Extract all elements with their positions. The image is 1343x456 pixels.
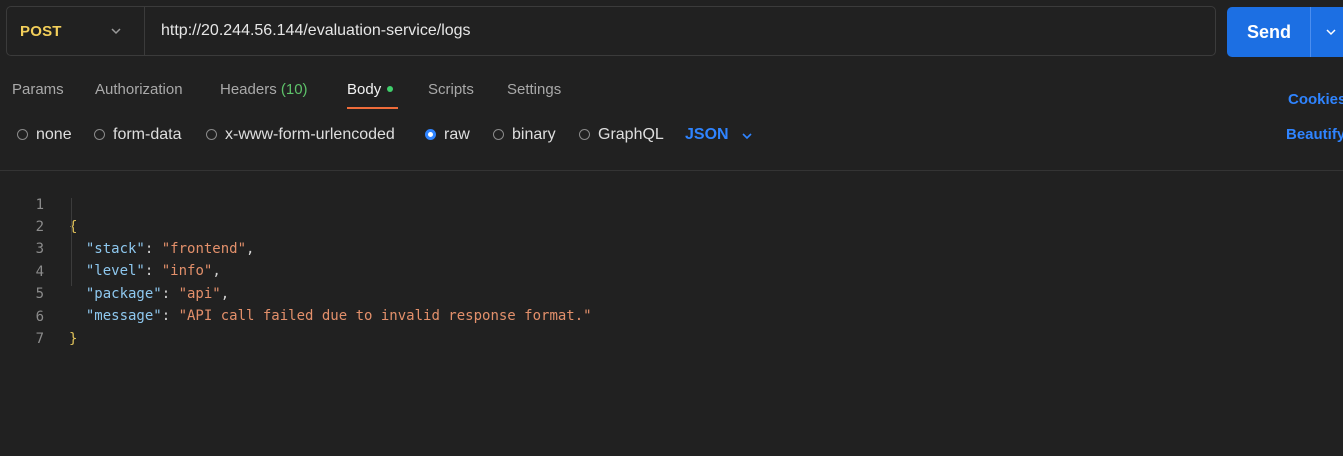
radio-none[interactable]: none [17,126,72,144]
radio-label: none [36,126,72,143]
radio-label: x-www-form-urlencoded [225,126,395,143]
method-label: POST [20,23,62,40]
tab-settings[interactable]: Settings [507,81,561,98]
indent-guide [71,198,72,286]
close-brace: } [69,331,78,347]
radio-label: form-data [113,126,182,143]
editor-line: 7 [0,306,1343,347]
editor-line: 1 { [0,172,1343,235]
editor-line: 6 } [0,284,1343,347]
radio-circle[interactable] [94,128,105,140]
send-label: Send [1247,22,1292,42]
section-divider [0,170,1343,171]
format-selector[interactable]: JSON [685,126,729,144]
tab-body-label: Body [347,81,382,98]
radio-label: GraphQL [598,126,664,143]
active-tab-indicator [347,107,398,109]
tab-headers[interactable]: Headers (10) [220,81,308,98]
headers-count-badge: (10) [280,81,308,98]
editor-line: 4 "package": "api", [0,239,1343,302]
url-input[interactable]: http://20.244.56.144/evaluation-service/… [161,22,471,40]
radio-graphql[interactable]: GraphQL [579,126,664,144]
radio-circle[interactable] [579,128,590,140]
radio-label: binary [512,126,556,143]
radio-binary[interactable]: binary [493,126,556,144]
tab-params[interactable]: Params [12,81,64,98]
editor-line: 2 "stack": "frontend", [0,194,1343,257]
radio-circle[interactable] [493,128,504,140]
tab-body[interactable]: Body [347,81,394,98]
cookies-link[interactable]: Cookies [1288,91,1343,108]
tab-headers-label: Headers [220,81,277,98]
radio-form-data[interactable]: form-data [94,126,181,144]
url-bar: POST http://20.244.56.144/evaluation-ser… [6,6,1216,56]
send-button[interactable]: Send [1227,7,1343,57]
radio-x-www-form-urlencoded[interactable]: x-www-form-urlencoded [206,126,395,144]
radio-label: raw [444,126,470,143]
radio-circle-checked[interactable] [425,128,436,140]
send-divider [1310,7,1311,57]
chevron-down-icon[interactable] [741,130,753,142]
editor-line: 5 "message": "API call failed due to inv… [0,261,1343,324]
beautify-link[interactable]: Beautify [1286,126,1343,143]
body-modified-dot [387,86,394,92]
radio-circle[interactable] [206,128,217,140]
tab-authorization[interactable]: Authorization [95,81,183,98]
line-number: 7 [35,331,44,347]
tab-scripts[interactable]: Scripts [428,81,474,98]
chevron-down-icon[interactable] [1325,26,1337,38]
radio-raw[interactable]: raw [425,126,470,144]
chevron-down-icon [111,28,121,35]
radio-circle[interactable] [17,128,28,140]
method-selector[interactable]: POST [7,7,145,55]
editor-line: 3 "level": "info", [0,216,1343,279]
